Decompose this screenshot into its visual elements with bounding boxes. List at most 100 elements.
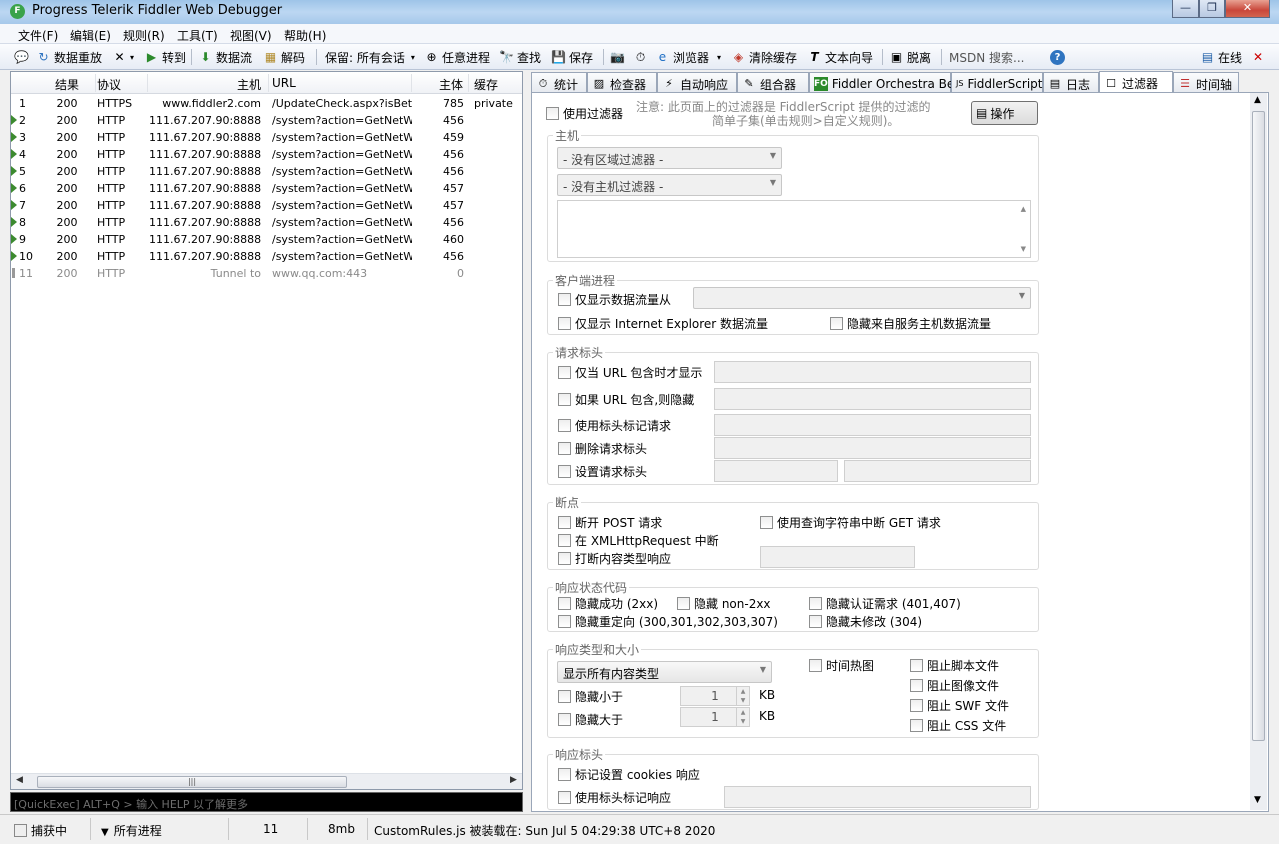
hide-if-url-contains-input[interactable] bbox=[714, 388, 1031, 410]
break-content-type-checkbox[interactable] bbox=[558, 552, 571, 565]
flag-request-header-checkbox[interactable] bbox=[558, 419, 571, 432]
go-button[interactable]: ▶ 转到 bbox=[144, 48, 186, 66]
table-row[interactable]: 2 200 HTTP 111.67.207.90:8888/system?action… bbox=[11, 112, 522, 129]
zone-filter-dropdown[interactable]: - 没有区域过滤器 - ▼ bbox=[557, 147, 782, 169]
pane-splitter[interactable] bbox=[523, 71, 531, 812]
use-filters-checkbox[interactable] bbox=[546, 107, 559, 120]
menu-rules[interactable]: 规则(R) bbox=[123, 27, 165, 44]
show-only-ie-checkbox[interactable] bbox=[558, 317, 571, 330]
spin-down-icon[interactable]: ▼ bbox=[736, 717, 749, 726]
menu-tools[interactable]: 工具(T) bbox=[177, 27, 218, 44]
decode-button[interactable]: ▦ 解码 bbox=[263, 48, 305, 66]
hide-smaller-spinner[interactable]: 1 ▲ ▼ bbox=[680, 686, 750, 706]
remove-button[interactable]: ✕ ▾ bbox=[112, 48, 134, 66]
minimize-button[interactable]: — bbox=[1172, 0, 1199, 18]
set-header-value-input[interactable] bbox=[844, 460, 1031, 482]
hide-non2xx-checkbox[interactable] bbox=[677, 597, 690, 610]
table-row[interactable]: 9 200 HTTP 111.67.207.90:8888/system?action… bbox=[11, 231, 522, 248]
hide-service-host-checkbox[interactable] bbox=[830, 317, 843, 330]
quickexec-input[interactable]: [QuickExec] ALT+Q > 输入 HELP 以了解更多 bbox=[10, 792, 523, 812]
show-if-url-contains-input[interactable] bbox=[714, 361, 1031, 383]
column-result[interactable]: 结果 bbox=[55, 76, 79, 93]
show-if-url-contains-checkbox[interactable] bbox=[558, 366, 571, 379]
menu-file[interactable]: 文件(F) bbox=[18, 27, 58, 44]
clear-cache-button[interactable]: ◈ 清除缓存 bbox=[731, 48, 797, 66]
tab-fiddlerscript[interactable]: JS FiddlerScript bbox=[951, 72, 1043, 93]
menu-help[interactable]: 帮助(H) bbox=[284, 27, 326, 44]
spin-up-icon[interactable]: ▲ bbox=[736, 708, 749, 717]
screenshot-button[interactable]: 📷 bbox=[610, 48, 628, 66]
table-row[interactable]: 1 200 HTTPS www.fiddler2.com/UpdateCheck.as… bbox=[11, 95, 522, 112]
hide-larger-spinner[interactable]: 1 ▲ ▼ bbox=[680, 707, 750, 727]
actions-button[interactable]: ▤ 操作 bbox=[971, 101, 1038, 125]
vertical-scrollbar[interactable]: ▲ ▼ bbox=[1250, 93, 1267, 810]
hide-auth-checkbox[interactable] bbox=[809, 597, 822, 610]
save-button[interactable]: 💾 保存 bbox=[551, 48, 593, 66]
hide-larger-checkbox[interactable] bbox=[558, 713, 571, 726]
tearoff-button[interactable]: ▣ 脱离 bbox=[889, 48, 931, 66]
spin-down-icon[interactable]: ▼ bbox=[736, 696, 749, 705]
delete-request-header-input[interactable] bbox=[714, 437, 1031, 459]
capture-toggle[interactable]: 捕获中 bbox=[14, 822, 67, 839]
online-status[interactable]: ▤ 在线 bbox=[1200, 48, 1242, 66]
comment-button[interactable]: 💬 bbox=[14, 48, 32, 66]
tab-statistics[interactable]: ⏱ 统计 bbox=[531, 72, 587, 93]
content-type-dropdown[interactable]: 显示所有内容类型 ▼ bbox=[557, 661, 772, 683]
help-button[interactable]: ? bbox=[1050, 48, 1068, 66]
block-css-checkbox[interactable] bbox=[910, 719, 923, 732]
table-row[interactable]: 4 200 HTTP 111.67.207.90:8888/system?action… bbox=[11, 146, 522, 163]
browse-button[interactable]: e 浏览器 ▾ bbox=[655, 48, 721, 66]
tab-fiddler-orchestra[interactable]: FO Fiddler Orchestra Beta bbox=[809, 72, 966, 93]
set-header-name-input[interactable] bbox=[714, 460, 838, 482]
flag-cookies-checkbox[interactable] bbox=[558, 768, 571, 781]
scroll-up-icon[interactable]: ▲ bbox=[1254, 95, 1261, 105]
timer-button[interactable]: ⏱ bbox=[633, 48, 651, 66]
table-row[interactable]: 10 200 HTTP 111.67.207.90:8888/system?actio… bbox=[11, 248, 522, 265]
block-script-checkbox[interactable] bbox=[910, 659, 923, 672]
tab-inspectors[interactable]: ▨ 检查器 bbox=[587, 72, 657, 93]
horizontal-scrollbar[interactable]: ◀ ||| ▶ bbox=[11, 773, 522, 789]
break-xhr-checkbox[interactable] bbox=[558, 534, 571, 547]
table-row[interactable]: 5 200 HTTP 111.67.207.90:8888/system?action… bbox=[11, 163, 522, 180]
block-swf-checkbox[interactable] bbox=[910, 699, 923, 712]
spin-up-icon[interactable]: ▲ bbox=[736, 687, 749, 696]
scroll-down-icon[interactable]: ▼ bbox=[1254, 795, 1261, 805]
tab-composer[interactable]: ✎ 组合器 bbox=[737, 72, 809, 93]
column-host[interactable]: 主机 bbox=[237, 76, 261, 93]
msdn-search-box[interactable]: MSDN 搜索... bbox=[949, 48, 1024, 66]
menu-view[interactable]: 视图(V) bbox=[230, 27, 272, 44]
set-request-header-checkbox[interactable] bbox=[558, 465, 571, 478]
scroll-up-icon[interactable]: ▲ bbox=[1021, 205, 1026, 213]
flag-request-header-input[interactable] bbox=[714, 414, 1031, 436]
session-list[interactable]: 结果 协议 主机 URL 主体 缓存 1 200 HTTPS www.fiddler2… bbox=[10, 71, 523, 790]
process-filter[interactable]: ▼ 所有进程 bbox=[101, 822, 162, 839]
column-protocol[interactable]: 协议 bbox=[97, 76, 121, 93]
flag-response-header-checkbox[interactable] bbox=[558, 791, 571, 804]
scroll-thumb[interactable] bbox=[1252, 111, 1265, 741]
break-post-checkbox[interactable] bbox=[558, 516, 571, 529]
table-row[interactable]: 8 200 HTTP 111.67.207.90:8888/system?action… bbox=[11, 214, 522, 231]
flag-response-header-input[interactable] bbox=[724, 786, 1031, 808]
scroll-thumb[interactable]: ||| bbox=[37, 776, 347, 788]
close-toolbar-button[interactable]: ✕ bbox=[1253, 48, 1263, 66]
tab-log[interactable]: ▤ 日志 bbox=[1043, 72, 1099, 93]
block-image-checkbox[interactable] bbox=[910, 679, 923, 692]
table-row[interactable]: 7 200 HTTP 111.67.207.90:8888/system?action… bbox=[11, 197, 522, 214]
column-caching[interactable]: 缓存 bbox=[474, 76, 498, 93]
break-get-querystring-checkbox[interactable] bbox=[760, 516, 773, 529]
close-button[interactable]: ✕ bbox=[1225, 0, 1270, 18]
table-row[interactable]: 3 200 HTTP 111.67.207.90:8888/system?action… bbox=[11, 129, 522, 146]
column-body[interactable]: 主体 bbox=[439, 76, 463, 93]
process-dropdown[interactable]: ▼ bbox=[693, 287, 1031, 309]
replay-button[interactable]: ↻ 数据重放 bbox=[36, 48, 102, 66]
find-button[interactable]: 🔭 查找 bbox=[499, 48, 541, 66]
scroll-left-icon[interactable]: ◀ bbox=[16, 775, 23, 785]
scroll-right-icon[interactable]: ▶ bbox=[510, 775, 517, 785]
tab-filters[interactable]: ☐ 过滤器 bbox=[1099, 71, 1173, 93]
hide-not-modified-checkbox[interactable] bbox=[809, 615, 822, 628]
show-only-from-checkbox[interactable] bbox=[558, 293, 571, 306]
scroll-down-icon[interactable]: ▼ bbox=[1021, 245, 1026, 253]
column-url[interactable]: URL bbox=[272, 76, 296, 90]
keep-sessions-dropdown[interactable]: 保留: 所有会话 ▾ bbox=[325, 48, 415, 66]
hide-success-checkbox[interactable] bbox=[558, 597, 571, 610]
